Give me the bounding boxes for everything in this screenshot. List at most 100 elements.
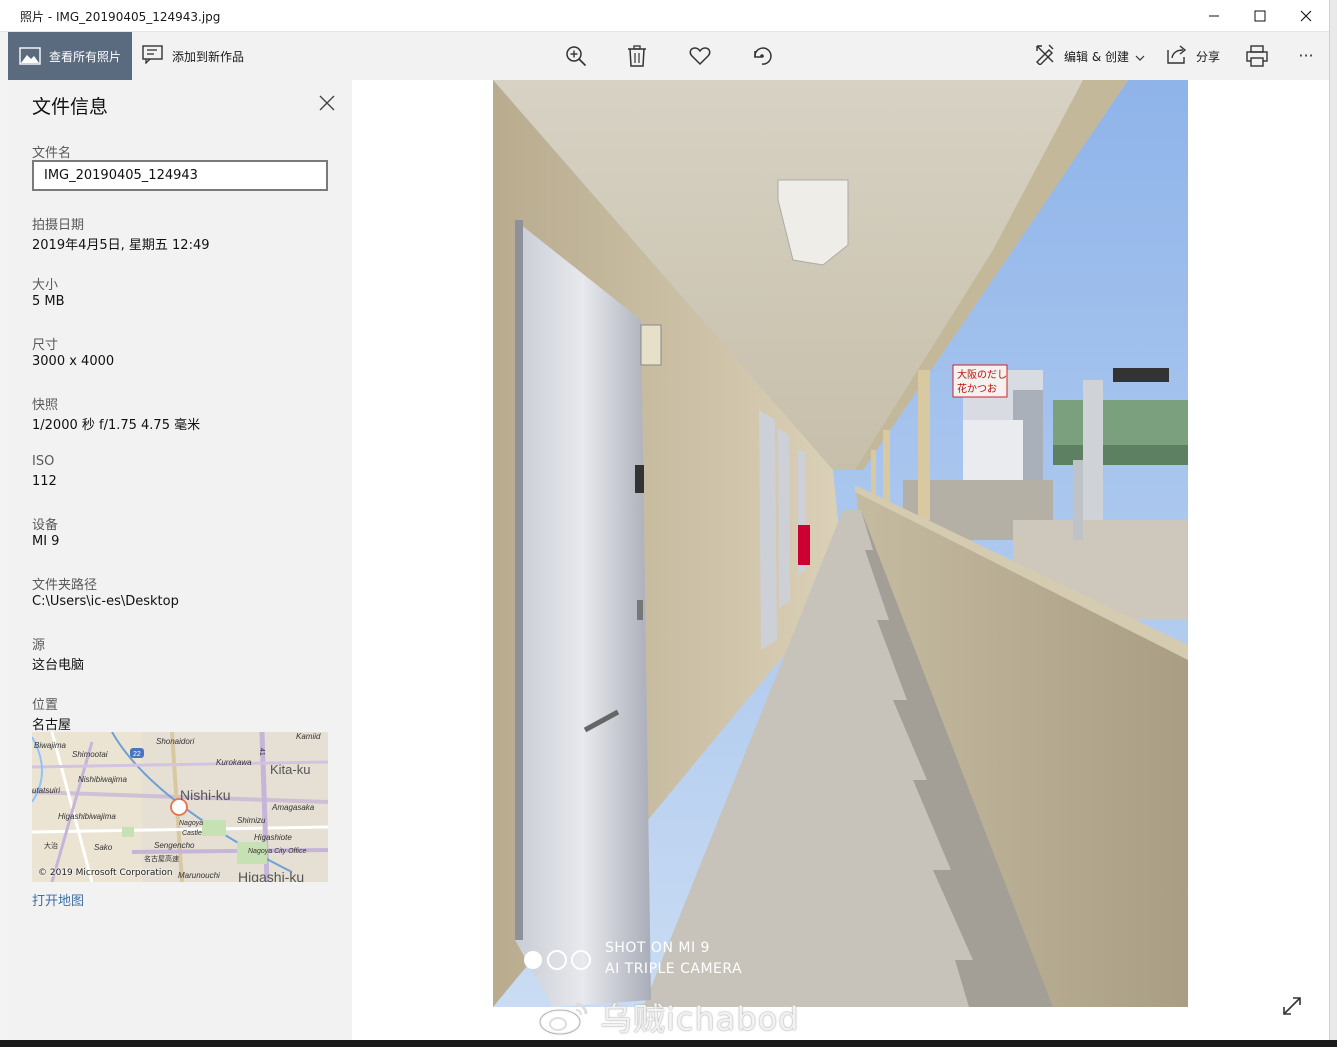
- filename-input[interactable]: [32, 160, 328, 191]
- add-creation-icon: [142, 44, 164, 68]
- photo-gallery-icon: [19, 46, 41, 66]
- map-label-kurokawa: Kurokawa: [216, 758, 252, 767]
- map-label-kitaku: Kita-ku: [270, 762, 310, 777]
- map-label-amagasaka: Amagasaka: [271, 803, 315, 812]
- iso-value: 112: [32, 474, 57, 489]
- map-label-nishiku: Nishi-ku: [180, 787, 231, 803]
- delete-icon: [628, 45, 646, 67]
- map-label-marunouchi: Marunouchi: [178, 871, 220, 880]
- map-graphic: Biwajima Shimootai Shonaidori Kamiid Nis…: [32, 732, 328, 882]
- expand-icon: [1283, 997, 1301, 1015]
- size-value: 5 MB: [32, 294, 65, 309]
- source-value: 这台电脑: [32, 658, 85, 673]
- map-label-castle: Castle: [182, 830, 202, 837]
- sign-top-text: 大阪のだし: [957, 368, 1007, 381]
- toolbar: 查看所有照片 添加到新作品 编辑 & 创建 分享 ···: [8, 32, 1329, 80]
- print-icon: [1246, 45, 1268, 67]
- fullscreen-button[interactable]: [1281, 995, 1305, 1019]
- panel-title: 文件信息: [32, 96, 109, 118]
- map-label-higashibiwajima: Higashibiwajima: [58, 812, 116, 821]
- close-icon: [1300, 10, 1312, 22]
- favorite-button[interactable]: [688, 44, 712, 68]
- print-button[interactable]: [1245, 44, 1269, 68]
- delete-button[interactable]: [625, 44, 649, 68]
- maximize-button[interactable]: [1237, 0, 1283, 32]
- edit-create-label: 编辑 & 创建: [1064, 49, 1129, 64]
- weibo-watermark-text: 乌贼ichabod: [600, 1000, 800, 1038]
- add-to-creation-button[interactable]: 添加到新作品: [142, 32, 244, 80]
- shot-on-line2: AI TRIPLE CAMERA: [605, 961, 743, 977]
- close-window-button[interactable]: [1283, 0, 1329, 32]
- map-label-nishibiwajima: Nishibiwajima: [78, 775, 127, 784]
- map-label-shonaidori: Shonaidori: [156, 737, 194, 746]
- map-label-kamiid: Kamiid: [296, 732, 321, 741]
- sign-bottom-text: 花かつお: [957, 382, 997, 395]
- edit-create-button[interactable]: 编辑 & 创建: [1034, 32, 1145, 80]
- title-bar: 照片 - IMG_20190405_124943.jpg: [0, 0, 1337, 32]
- close-panel-button[interactable]: [318, 94, 338, 114]
- more-options-button[interactable]: ···: [1294, 44, 1318, 68]
- map-label-shimootai: Shimootai: [72, 750, 108, 759]
- edit-create-icon: [1034, 43, 1056, 69]
- map-label-utatsuiri: utatsuiri: [32, 786, 60, 795]
- window-frame-bottom: [0, 1040, 1337, 1047]
- location-value: 名古屋: [32, 718, 72, 733]
- map-label-sako: Sako: [94, 843, 113, 852]
- map-road-22: 22: [133, 751, 141, 758]
- open-map-link[interactable]: 打开地图: [32, 890, 84, 909]
- file-info-panel: 文件信息 文件名 拍摄日期 2019年4月5日, 星期五 12:49 大小 5 …: [8, 80, 352, 1040]
- map-label-nagoyacity: Nagoya City Office: [248, 848, 306, 855]
- map-label-daiji: 大治: [44, 841, 58, 850]
- heart-icon: [689, 47, 711, 66]
- weibo-watermark: 乌贼ichabod: [538, 994, 800, 1040]
- snapshot-label: 快照: [32, 398, 59, 413]
- dimensions-value: 3000 x 4000: [32, 354, 115, 369]
- map-label-higashiku: Higashi-ku: [238, 869, 304, 882]
- source-label: 源: [32, 638, 46, 653]
- share-label: 分享: [1196, 49, 1221, 64]
- camera-dot-filled: [524, 951, 542, 969]
- share-icon: [1166, 44, 1188, 68]
- rotate-button[interactable]: [750, 44, 774, 68]
- view-all-photos-button[interactable]: 查看所有照片: [8, 32, 132, 80]
- map-label-sengencho: Sengencho: [154, 841, 195, 850]
- filename-label: 文件名: [32, 146, 72, 161]
- shot-on-watermark: SHOT ON MI 9 AI TRIPLE CAMERA: [605, 938, 742, 980]
- window-frame-left: [0, 0, 8, 1047]
- map-label-meishi: 名古屋高速: [144, 854, 179, 863]
- photo-graphic: 大阪のだし 花かつお: [493, 80, 1188, 1007]
- folder-path-label: 文件夹路径: [32, 578, 98, 593]
- location-label: 位置: [32, 698, 59, 713]
- date-value: 2019年4月5日, 星期五 12:49: [32, 238, 210, 253]
- shot-on-line1: SHOT ON MI 9: [605, 940, 710, 956]
- minimize-button[interactable]: [1191, 0, 1237, 32]
- device-label: 设备: [32, 518, 59, 533]
- maximize-icon: [1254, 10, 1266, 22]
- main-photo[interactable]: 大阪のだし 花かつお SHOT ON MI 9 AI TRIPLE CAMERA: [493, 80, 1188, 1007]
- chevron-down-icon: [1135, 47, 1145, 66]
- map-label-higashiote: Higashiote: [254, 833, 292, 842]
- add-to-creation-label: 添加到新作品: [172, 49, 245, 64]
- date-label: 拍摄日期: [32, 218, 85, 233]
- device-value: MI 9: [32, 534, 60, 549]
- folder-path-value: C:\Users\ic-es\Desktop: [32, 594, 179, 609]
- map-label-nagoya: Nagoya: [179, 820, 203, 827]
- weibo-logo-icon: [538, 1002, 588, 1036]
- size-label: 大小: [32, 278, 59, 293]
- rotate-icon: [754, 47, 772, 65]
- zoom-in-button[interactable]: [564, 44, 588, 68]
- iso-label: ISO: [32, 454, 55, 469]
- dimensions-label: 尺寸: [32, 338, 59, 353]
- map-road-41: 41: [258, 748, 265, 756]
- location-map[interactable]: Biwajima Shimootai Shonaidori Kamiid Nis…: [32, 732, 328, 882]
- snapshot-value: 1/2000 秒 f/1.75 4.75 毫米: [32, 418, 201, 433]
- minimize-icon: [1209, 15, 1219, 17]
- view-all-photos-label: 查看所有照片: [49, 49, 122, 64]
- map-copyright: © 2019 Microsoft Corporation: [38, 868, 173, 878]
- share-button[interactable]: 分享: [1166, 32, 1220, 80]
- zoom-in-icon: [566, 46, 587, 67]
- window-frame-right: [1329, 0, 1337, 1047]
- map-label-biwajima: Biwajima: [34, 741, 67, 750]
- window-title: 照片 - IMG_20190405_124943.jpg: [20, 10, 221, 24]
- map-label-shimizu: Shimizu: [237, 816, 266, 825]
